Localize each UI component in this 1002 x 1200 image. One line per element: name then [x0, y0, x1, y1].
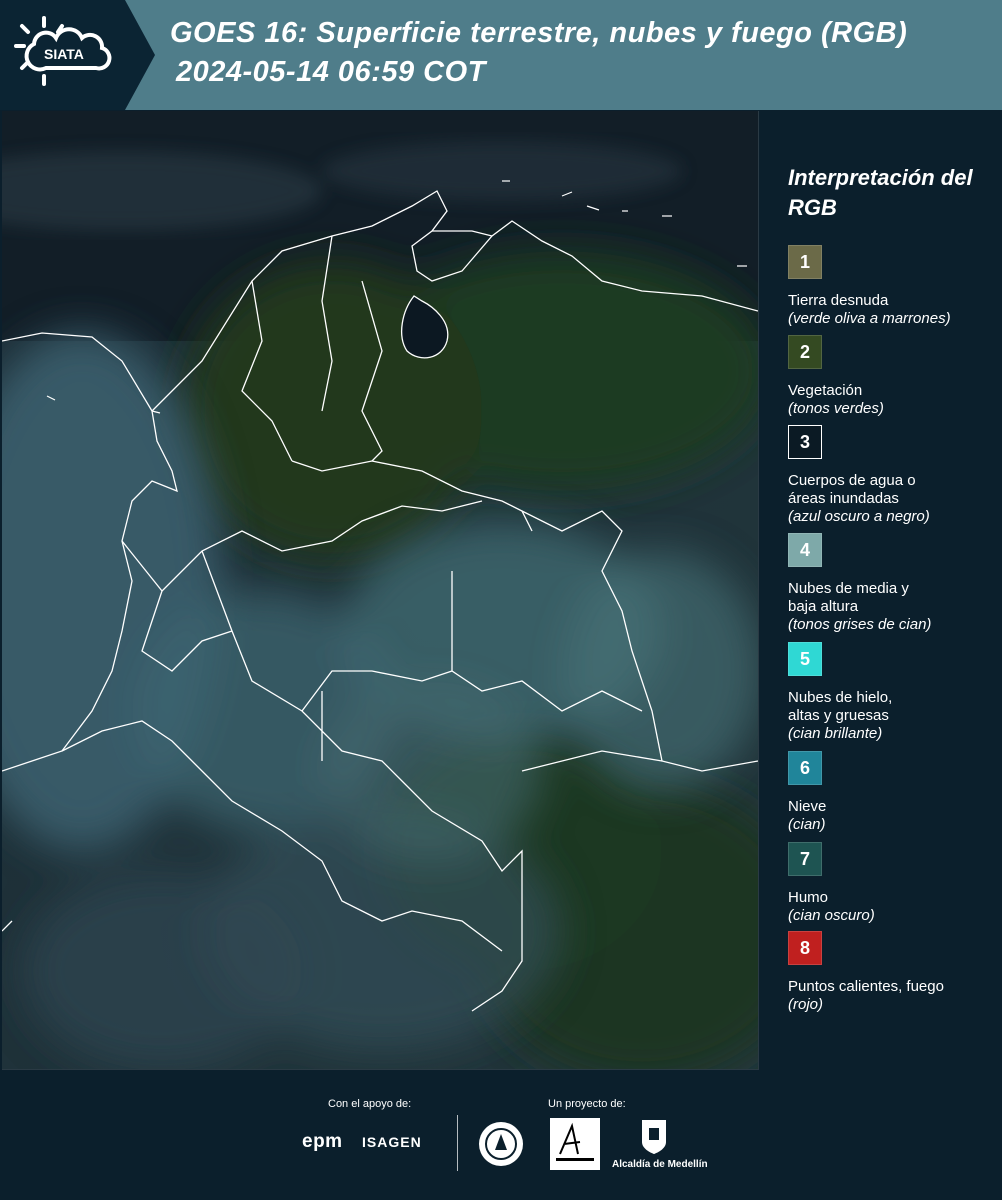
legend-item-name: Nieve [788, 798, 827, 815]
isagen-logo: ISAGEN [362, 1134, 422, 1150]
support-label: Con el apoyo de: [328, 1098, 412, 1110]
legend-item-desc: (rojo) [788, 996, 824, 1013]
legend-item-desc: (verde oliva a marrones) [788, 310, 951, 327]
legend-item: 5 Nubes de hielo, altas y gruesas (cian … [788, 642, 998, 743]
alcaldia-shield-icon [642, 1120, 666, 1154]
legend-swatch: 6 [788, 751, 822, 785]
legend-item-desc: (cian oscuro) [788, 907, 875, 924]
legend-item-name: Tierra desnuda [788, 292, 889, 309]
page-title: GOES 16: Superficie terrestre, nubes y f… [170, 17, 908, 49]
legend-panel: Interpretación del RGB 1 Tierra desnuda … [760, 111, 1002, 1069]
legend-item-desc: (tonos verdes) [788, 400, 884, 417]
legend-item: 7 Humo (cian oscuro) [788, 842, 998, 925]
epm-logo: epm [302, 1131, 343, 1152]
legend-swatch: 3 [788, 425, 822, 459]
legend-item-desc: (cian) [788, 816, 826, 833]
footer-divider [457, 1115, 458, 1171]
page-timestamp: 2024-05-14 06:59 COT [176, 56, 486, 88]
project-label: Un proyecto de: [548, 1098, 626, 1110]
legend-item-desc: (azul oscuro a negro) [788, 508, 930, 525]
area-metropolitana-logo [550, 1118, 600, 1170]
legend-swatch: 8 [788, 931, 822, 965]
legend-item: 6 Nieve (cian) [788, 751, 998, 834]
legend-item-desc: (tonos grises de cian) [788, 616, 932, 633]
legend-item-name: Vegetación [788, 382, 863, 399]
legend-item: 8 Puntos calientes, fuego (rojo) [788, 931, 998, 1014]
alcaldia-label: Alcaldía de Medellín [612, 1159, 708, 1170]
siata-logo: SIATA [0, 0, 155, 110]
legend-item: 1 Tierra desnuda (verde oliva a marrones… [788, 245, 998, 328]
logo-text: SIATA [44, 46, 84, 62]
legend-item-desc: (cian brillante) [788, 725, 883, 742]
header-bar: SIATA GOES 16: Superficie terrestre, nub… [0, 0, 1002, 110]
legend-swatch: 1 [788, 245, 822, 279]
legend-item-name: Puntos calientes, fuego [788, 978, 944, 995]
legend-swatch: 7 [788, 842, 822, 876]
legend-item: 2 Vegetación (tonos verdes) [788, 335, 998, 418]
legend-title: Interpretación del RGB [788, 165, 973, 220]
legend-item-name: Humo [788, 889, 829, 906]
legend-swatch: 2 [788, 335, 822, 369]
legend-item-name: Nubes de hielo, altas y gruesas [788, 689, 893, 724]
legend-item: 4 Nubes de media y baja altura (tonos gr… [788, 533, 998, 634]
legend-item-name: Nubes de media y baja altura [788, 580, 909, 615]
legend-item-name: Cuerpos de agua o áreas inundadas [788, 472, 916, 507]
legend-swatch: 5 [788, 642, 822, 676]
satellite-map [2, 111, 759, 1070]
legend-swatch: 4 [788, 533, 822, 567]
seal-icon [479, 1122, 523, 1166]
legend-item: 3 Cuerpos de agua o áreas inundadas (azu… [788, 425, 998, 526]
footer: Con el apoyo de: Un proyecto de: epm ISA… [0, 1070, 1002, 1200]
